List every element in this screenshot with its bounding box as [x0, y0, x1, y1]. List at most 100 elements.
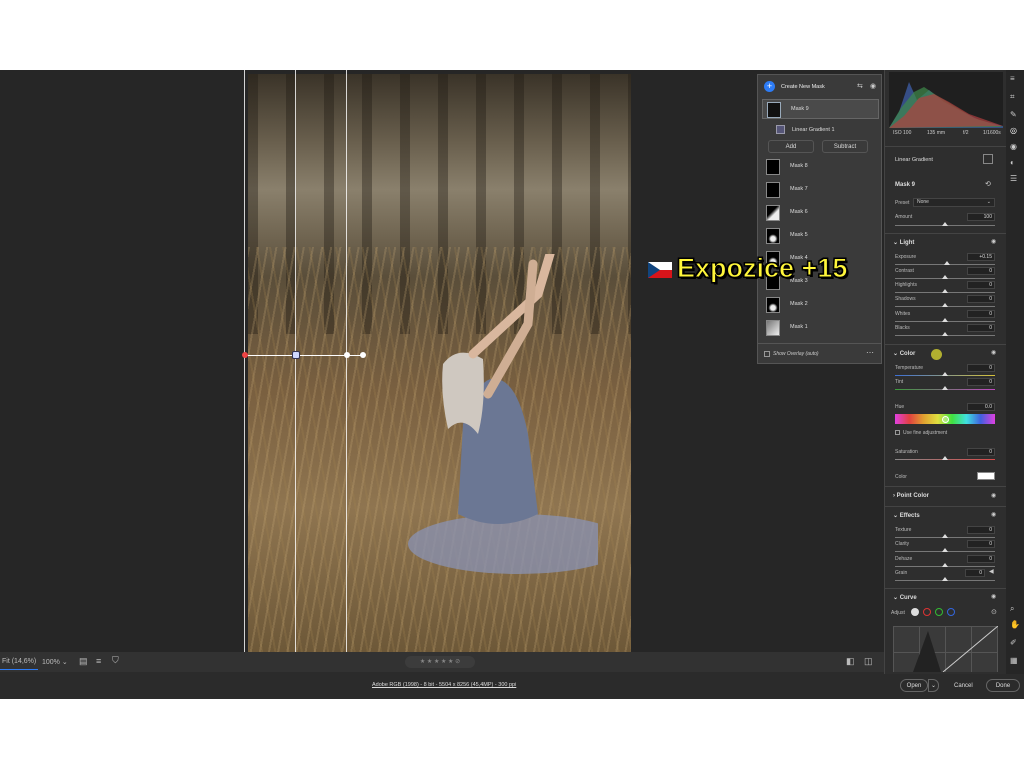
workflow-options-link[interactable]: Adobe RGB (1998) - 8 bit - 5504 x 8256 (…	[372, 682, 516, 688]
curve-target-icon[interactable]: ⊙	[991, 608, 997, 616]
gradient-tool-icon[interactable]	[983, 154, 993, 164]
amount-knob[interactable]	[942, 222, 948, 226]
temperature-knob[interactable]	[942, 372, 948, 376]
create-mask-icon[interactable]: +	[764, 81, 775, 92]
sort-icon[interactable]: ≡	[96, 656, 101, 666]
blacks-knob[interactable]	[942, 332, 948, 336]
heal-icon[interactable]: ✎	[1010, 110, 1017, 119]
done-button[interactable]: Done	[986, 679, 1020, 692]
cancel-button[interactable]: Cancel	[954, 683, 973, 689]
filter-icon[interactable]: ⛉	[112, 655, 119, 666]
subtract-button[interactable]: Subtract	[822, 140, 868, 153]
texture-value[interactable]: 0	[967, 526, 995, 534]
gradient-edge-pin[interactable]	[242, 352, 248, 358]
contrast-value[interactable]: 0	[967, 267, 995, 275]
texture-knob[interactable]	[942, 534, 948, 538]
open-button[interactable]: Open	[900, 679, 928, 692]
clarity-value[interactable]: 0	[967, 540, 995, 548]
curve-section-header[interactable]: ⌄ Curve	[893, 594, 917, 601]
add-button[interactable]: Add	[768, 140, 814, 153]
point-color-eye-icon[interactable]: ◉	[991, 492, 996, 499]
mask-settings-icon[interactable]: ⇆	[857, 82, 863, 90]
grain-value[interactable]: 0	[965, 569, 985, 577]
linear-gradient-row[interactable]: Linear Gradient 1	[762, 121, 879, 141]
grain-knob[interactable]	[942, 577, 948, 581]
light-eye-icon[interactable]: ◉	[991, 238, 996, 245]
gradient-center-pin[interactable]	[292, 351, 300, 359]
highlights-knob[interactable]	[942, 289, 948, 293]
tint-knob[interactable]	[942, 386, 948, 390]
clarity-knob[interactable]	[942, 548, 948, 552]
curve-graph[interactable]	[893, 626, 998, 672]
eye-icon[interactable]: ◉	[870, 82, 876, 90]
curve-eye-icon[interactable]: ◉	[991, 593, 996, 600]
gradient-rotate-pin[interactable]	[360, 352, 366, 358]
exposure-value[interactable]: +0.15	[967, 253, 995, 261]
light-section-header[interactable]: ⌄ Light	[893, 239, 914, 246]
filmstrip-icon[interactable]: ▤	[79, 656, 88, 667]
zoom-dropdown[interactable]: 100% ⌄	[42, 658, 68, 666]
effects-section-header[interactable]: ⌄ Effects	[893, 512, 920, 519]
star-rating[interactable]: ★ ★ ★ ★ ★ ⊘	[405, 656, 475, 668]
zoom-icon[interactable]: ⌕	[1010, 604, 1014, 614]
amount-value[interactable]: 100	[967, 213, 995, 221]
mask-row-7[interactable]: Mask 7	[762, 180, 879, 200]
dehaze-value[interactable]: 0	[967, 555, 995, 563]
mask-row-5[interactable]: Mask 5	[762, 226, 879, 246]
fit-zoom-option[interactable]: Fit (14,6%)	[2, 658, 36, 665]
mask-row-2[interactable]: Mask 2	[762, 295, 879, 315]
grain-expand-icon[interactable]: ◀	[989, 568, 994, 575]
grid-icon[interactable]: ▦	[1010, 656, 1018, 665]
hue-knob[interactable]	[942, 416, 949, 423]
snapshot-icon[interactable]: ☰	[1010, 174, 1017, 183]
presets-icon[interactable]: ◐	[1010, 158, 1015, 167]
contrast-knob[interactable]	[942, 275, 948, 279]
highlights-value[interactable]: 0	[967, 281, 995, 289]
more-options-icon[interactable]: ⋯	[866, 348, 874, 357]
sampler-icon[interactable]: ✐	[1010, 638, 1017, 647]
color-eye-icon[interactable]: ◉	[991, 349, 996, 356]
color-section-header[interactable]: ⌄ Color	[893, 350, 915, 357]
create-new-mask-label[interactable]: Create New Mask	[781, 84, 825, 90]
image-canvas[interactable]: + Create New Mask ⇆ ◉ Mask 9 Linear Grad…	[0, 70, 884, 652]
shadows-value[interactable]: 0	[967, 295, 995, 303]
curve-blue-channel[interactable]	[947, 608, 955, 616]
point-color-section-header[interactable]: › Point Color	[893, 493, 929, 499]
mask-row-9[interactable]: Mask 9	[762, 99, 879, 119]
curve-white-channel[interactable]	[911, 608, 919, 616]
tint-value[interactable]: 0	[967, 378, 995, 386]
photo-preview[interactable]	[248, 74, 631, 652]
fine-adjustment-checkbox[interactable]	[895, 430, 900, 435]
curve-green-channel[interactable]	[935, 608, 943, 616]
hand-icon[interactable]: ✋	[1010, 620, 1020, 629]
compare-view-icon[interactable]: ◫	[864, 656, 873, 667]
mask-row-1[interactable]: Mask 1	[762, 318, 879, 338]
shadows-knob[interactable]	[942, 303, 948, 307]
gradient-guide-outer-left[interactable]	[244, 70, 245, 652]
mask-row-6[interactable]: Mask 6	[762, 203, 879, 223]
reset-icon[interactable]: ⟲	[985, 180, 991, 188]
saturation-knob[interactable]	[942, 456, 948, 460]
whites-knob[interactable]	[942, 318, 948, 322]
dehaze-knob[interactable]	[942, 563, 948, 567]
redeye-icon[interactable]: ◉	[1010, 142, 1017, 151]
open-options-button[interactable]: ⌄	[928, 679, 939, 692]
curve-red-channel[interactable]	[923, 608, 931, 616]
hue-value[interactable]: 0.0	[967, 403, 995, 411]
temperature-value[interactable]: 0	[967, 364, 995, 372]
exposure-knob[interactable]	[944, 261, 950, 265]
edit-tool-icon[interactable]: ≡	[1010, 74, 1015, 83]
blacks-value[interactable]: 0	[967, 324, 995, 332]
whites-value[interactable]: 0	[967, 310, 995, 318]
color-swatch[interactable]	[977, 472, 995, 480]
before-after-icon[interactable]: ◧	[846, 656, 855, 667]
gradient-guide-outer-right[interactable]	[346, 70, 347, 652]
mask-row-8[interactable]: Mask 8	[762, 157, 879, 177]
gradient-handle-pin[interactable]	[344, 352, 350, 358]
crop-icon[interactable]: ⌗	[1010, 92, 1015, 102]
gradient-guide-center[interactable]	[295, 70, 296, 652]
preset-dropdown[interactable]: None ⌄	[913, 198, 995, 207]
saturation-value[interactable]: 0	[967, 448, 995, 456]
show-overlay-checkbox[interactable]	[764, 351, 770, 357]
masking-icon[interactable]: ◎	[1010, 126, 1017, 135]
